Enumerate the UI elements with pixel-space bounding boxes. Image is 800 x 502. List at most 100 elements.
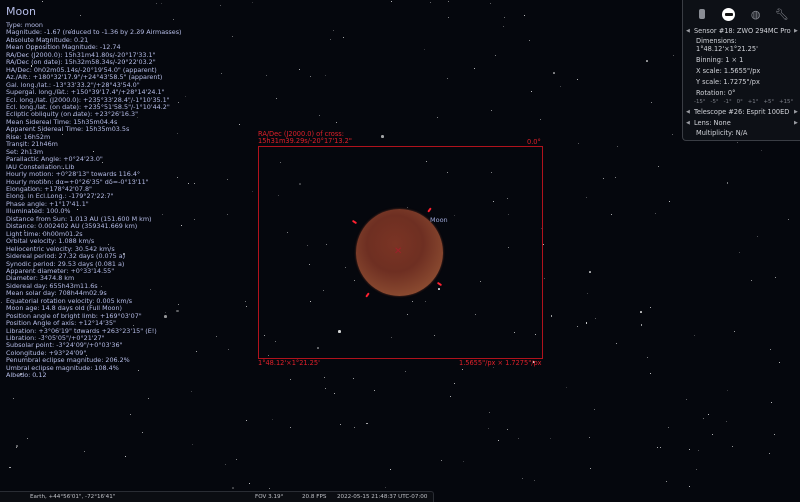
star xyxy=(226,178,228,180)
rotation-step-button[interactable]: 0° xyxy=(737,98,743,106)
star xyxy=(343,36,345,38)
star xyxy=(251,2,253,4)
star xyxy=(335,121,337,123)
star xyxy=(488,411,490,413)
star xyxy=(703,417,705,419)
star xyxy=(228,348,230,350)
star xyxy=(384,486,386,488)
star xyxy=(646,356,648,358)
star xyxy=(577,78,579,80)
star xyxy=(235,459,237,461)
star xyxy=(324,377,326,379)
star xyxy=(1,302,3,304)
x-scale: X scale: 1.5655"/px xyxy=(696,67,761,75)
dimensions-value: 1°48.12'×1°21.25' xyxy=(696,45,758,53)
rotation-step-button[interactable]: +5° xyxy=(763,98,774,106)
star xyxy=(366,422,368,425)
lens-name: Lens: None xyxy=(694,119,731,127)
star xyxy=(249,482,251,484)
rotation-step-button[interactable]: +1° xyxy=(748,98,759,106)
star xyxy=(41,0,43,2)
star xyxy=(668,426,670,428)
star xyxy=(617,145,619,147)
location[interactable]: Earth, +44°56'01", -72°16'41" xyxy=(30,494,115,500)
star xyxy=(712,433,714,435)
star xyxy=(726,420,728,422)
datetime[interactable]: 2022-05-15 21:48:37 UTC-07:00 xyxy=(337,494,427,500)
star xyxy=(83,450,85,452)
star xyxy=(447,1,449,3)
sensor-icon[interactable] xyxy=(722,7,736,21)
star xyxy=(650,372,652,374)
lens-icon[interactable]: ◍ xyxy=(750,8,762,21)
telescope-name: Telescope #26: Esprit 100ED xyxy=(694,108,790,116)
star xyxy=(614,176,616,178)
star xyxy=(391,1,393,3)
star xyxy=(590,468,592,470)
star xyxy=(577,325,579,327)
star xyxy=(534,480,536,482)
star xyxy=(265,74,267,76)
rotation-step-button[interactable]: -15° xyxy=(694,98,706,106)
star xyxy=(734,330,736,332)
fps: 20.8 FPS xyxy=(302,494,327,500)
star xyxy=(518,438,520,440)
star xyxy=(739,252,741,254)
star xyxy=(246,419,248,421)
rotation-step-button[interactable]: -1° xyxy=(724,98,732,106)
star xyxy=(454,382,456,384)
star xyxy=(490,110,492,112)
star xyxy=(220,5,222,7)
next-lens-button[interactable]: ▶ xyxy=(794,119,798,127)
telescope-icon[interactable] xyxy=(696,8,708,20)
star xyxy=(726,390,728,392)
star xyxy=(12,397,14,399)
star xyxy=(272,419,274,420)
star xyxy=(290,426,292,428)
star xyxy=(688,448,690,450)
star xyxy=(507,428,509,430)
star xyxy=(9,466,11,469)
star xyxy=(474,67,476,69)
star xyxy=(550,315,553,318)
star xyxy=(220,72,222,74)
rotation-step-button[interactable]: +15° xyxy=(779,98,793,106)
star xyxy=(441,459,443,461)
star xyxy=(463,460,465,462)
star xyxy=(448,16,450,18)
star xyxy=(603,177,605,179)
star xyxy=(216,336,218,338)
next-telescope-button[interactable]: ▶ xyxy=(794,108,798,116)
star xyxy=(750,279,752,281)
star xyxy=(333,29,335,31)
star xyxy=(488,428,490,430)
rotation-step-button[interactable]: -5° xyxy=(711,98,719,106)
star xyxy=(756,236,758,238)
wrench-icon[interactable]: 🔧︎ xyxy=(775,8,789,21)
star xyxy=(595,318,597,320)
prev-telescope-button[interactable]: ◀ xyxy=(686,108,690,116)
cross-icon: ✕ xyxy=(394,246,403,257)
star xyxy=(232,487,235,490)
star xyxy=(657,165,659,167)
star xyxy=(707,414,709,416)
star xyxy=(726,182,729,184)
star xyxy=(239,124,241,126)
prev-lens-button[interactable]: ◀ xyxy=(686,119,690,127)
star xyxy=(16,445,19,447)
star xyxy=(190,391,192,393)
star xyxy=(695,468,698,471)
star xyxy=(353,377,355,379)
star xyxy=(269,487,271,489)
star xyxy=(736,141,738,143)
star xyxy=(148,397,150,399)
next-sensor-button[interactable]: ▶ xyxy=(794,27,798,35)
oculars-panel: ◍ 🔧︎ ◀ Sensor #18: ZWO 294MC Pro ▶ Dimen… xyxy=(682,0,800,141)
star xyxy=(231,35,233,37)
object-title: Moon xyxy=(6,5,36,18)
prev-sensor-button[interactable]: ◀ xyxy=(686,27,690,35)
star xyxy=(550,437,552,439)
star xyxy=(660,446,662,448)
cross-coords-value: 15h31m39.29s/-20°17'13.2" xyxy=(258,137,352,145)
star xyxy=(672,54,674,56)
